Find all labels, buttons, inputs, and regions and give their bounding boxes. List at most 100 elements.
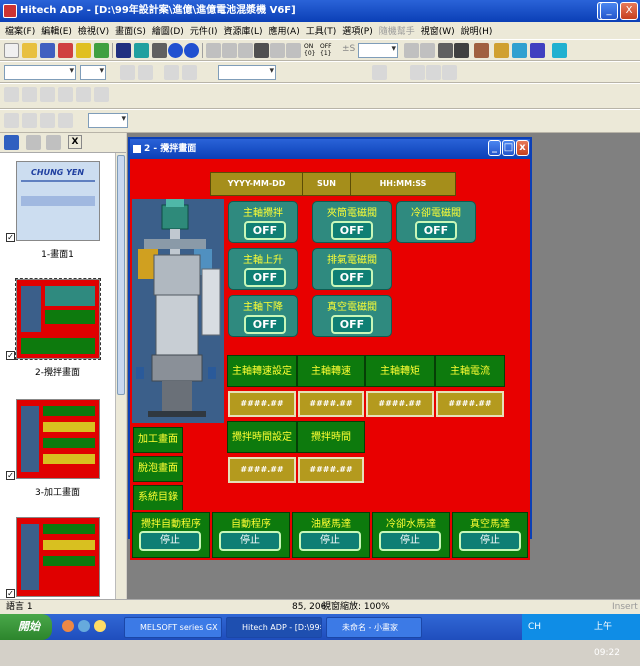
compile-icon[interactable] [58,43,73,58]
menu-library[interactable]: 資源庫(L) [221,24,266,37]
download-icon[interactable] [76,43,91,58]
size-icon[interactable] [420,43,435,58]
draw-tool-2-icon[interactable] [22,87,37,102]
font-combo[interactable] [4,65,76,80]
vacuum-motor-stop-button[interactable]: 停止 [459,531,521,551]
close-panel-button[interactable]: X [68,135,82,149]
screen-icon[interactable] [116,43,131,58]
align-icon[interactable] [404,43,419,58]
auto-mix-program-stop-button[interactable]: 停止 [139,531,201,551]
obj-combo[interactable] [88,113,128,128]
image-icon[interactable] [512,43,527,58]
taskbar-paint[interactable]: 未命名 - 小畫家 [326,617,422,638]
onoff-toggle-button[interactable]: ON {0} [304,43,315,57]
thumbnail-2-checkbox[interactable]: ✓ [6,351,15,360]
hydraulic-motor-stop-button[interactable]: 停止 [299,531,361,551]
spindle-mix-off-button[interactable]: OFF [244,221,286,240]
taskbar-melsoft[interactable]: MELSOFT series GX ... [124,617,222,638]
menu-help[interactable]: 說明(H) [458,24,496,37]
print-icon[interactable] [530,43,545,58]
nav-defoam-screen-button[interactable]: 脫泡畫面 [133,456,183,482]
obj-tool-3-icon[interactable] [40,113,55,128]
signal-label[interactable]: ±S [342,44,355,54]
redo-icon[interactable] [286,43,301,58]
quicklaunch-2-icon[interactable] [78,620,90,632]
menu-view[interactable]: 檢視(V) [75,24,112,37]
open-folder-icon[interactable] [22,43,37,58]
find-icon[interactable] [254,43,269,58]
draw-tool-6-icon[interactable] [94,87,109,102]
quicklaunch-1-icon[interactable] [62,620,74,632]
cross-icon[interactable] [182,65,197,80]
quicklaunch-3-icon[interactable] [94,620,106,632]
close-window-button[interactable]: X [620,2,638,20]
cooling-water-motor-stop-button[interactable]: 停止 [379,531,441,551]
back-icon[interactable] [168,43,183,58]
align-right-icon[interactable] [442,65,457,80]
obj-tool-1-icon[interactable] [4,113,19,128]
menu-window[interactable]: 視窗(W) [418,24,458,37]
draw-tool-3-icon[interactable] [40,87,55,102]
undo-icon[interactable] [270,43,285,58]
draw-tool-1-icon[interactable] [4,87,19,102]
auto-program-stop-button[interactable]: 停止 [219,531,281,551]
spindle-down-off-button[interactable]: OFF [244,315,286,334]
upload-icon[interactable] [94,43,109,58]
taskbar-hitech-adp[interactable]: Hitech ADP - [D:\99年... [226,617,322,638]
star-icon[interactable] [552,43,567,58]
thumbnail-screen-2[interactable] [15,278,101,360]
vacuum-valve-off-button[interactable]: OFF [331,315,373,334]
nav-processing-screen-button[interactable]: 加工畫面 [133,427,183,453]
list-icon[interactable] [152,43,167,58]
detail-view-icon[interactable] [46,135,61,150]
spindle-up-off-button[interactable]: OFF [244,268,286,287]
resource-icon[interactable] [494,43,509,58]
mix-time-set-value[interactable]: ####.## [228,457,296,483]
menu-screen[interactable]: 畫面(S) [112,24,149,37]
copy-icon[interactable] [222,43,237,58]
start-button[interactable]: 開始 [0,614,52,640]
draw-tool-4-icon[interactable] [58,87,73,102]
menu-component[interactable]: 元件(I) [187,24,221,37]
save-icon[interactable] [40,43,55,58]
exhaust-valve-off-button[interactable]: OFF [331,268,373,287]
italic-icon[interactable] [138,65,153,80]
cut-icon[interactable] [206,43,221,58]
align-left-icon[interactable] [410,65,425,80]
scrollbar-thumb[interactable] [117,155,125,395]
minimize-window-button[interactable]: _ [600,2,618,20]
thumbnail-screen-3[interactable] [16,399,100,479]
thumbnail-scrollbar[interactable] [115,153,126,599]
menu-application[interactable]: 應用(A) [266,24,303,37]
offon-toggle-button[interactable]: OFF {1} [320,43,332,57]
thumbnail-1-checkbox[interactable]: ✓ [6,233,15,242]
layer-combo[interactable] [218,65,276,80]
font-size-icon[interactable] [372,65,387,80]
align-center-icon[interactable] [426,65,441,80]
menu-tools[interactable]: 工具(T) [303,24,340,37]
forward-icon[interactable] [184,43,199,58]
menu-options[interactable]: 選項(P) [339,24,375,37]
signal-combo[interactable] [358,43,398,58]
window-icon[interactable] [134,43,149,58]
paste-icon[interactable] [238,43,253,58]
pin-icon[interactable] [4,135,19,150]
child-close-button[interactable]: x [516,140,529,156]
thumbnail-4-checkbox[interactable]: ✓ [6,589,15,598]
obj-tool-4-icon[interactable] [58,113,73,128]
new-file-icon[interactable] [4,43,19,58]
size-combo[interactable] [80,65,106,80]
menu-file[interactable]: 檔案(F) [2,24,38,37]
add-icon[interactable] [164,65,179,80]
menu-helper[interactable]: 隨機幫手 [376,24,418,37]
thumbnail-screen-1[interactable]: CHUNG YEN [16,161,100,241]
nav-system-menu-button[interactable]: 系統目錄 [133,485,183,511]
child-maximize-button[interactable]: □ [502,140,515,156]
settings-icon[interactable] [474,43,489,58]
draw-tool-5-icon[interactable] [76,87,91,102]
menu-edit[interactable]: 編輯(E) [38,24,75,37]
thumbnail-3-checkbox[interactable]: ✓ [6,471,15,480]
tray-language[interactable]: CH [528,622,541,632]
menu-draw[interactable]: 繪圖(D) [149,24,187,37]
grid-icon[interactable] [438,43,453,58]
